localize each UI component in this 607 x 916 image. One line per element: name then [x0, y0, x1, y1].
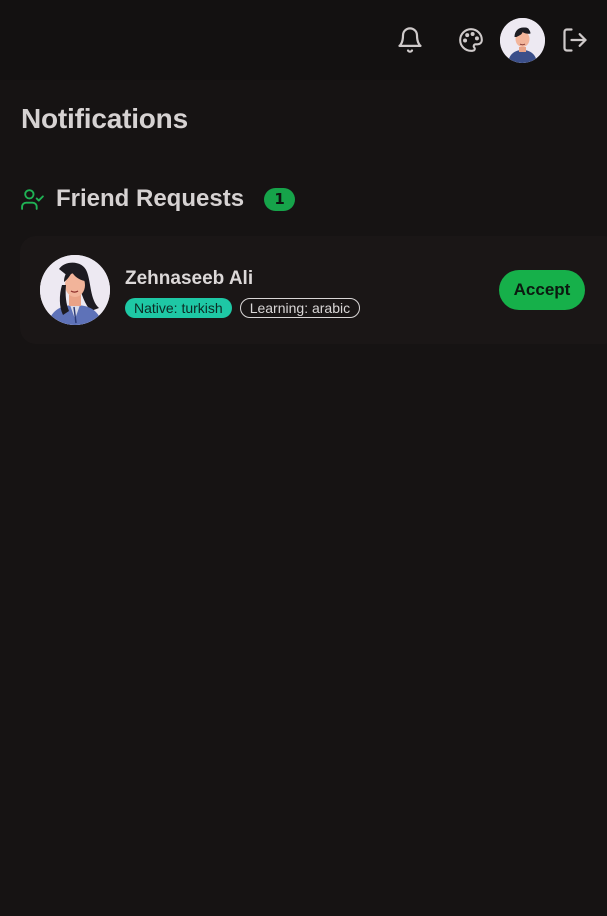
bell-icon	[398, 27, 422, 53]
palette-icon	[459, 28, 483, 52]
friend-requests-header: Friend Requests 1	[20, 182, 296, 216]
requester-avatar	[40, 255, 110, 325]
female-avatar-illustration	[40, 255, 110, 325]
request-count-badge: 1	[264, 187, 296, 211]
male-avatar-illustration	[500, 18, 545, 63]
top-navbar	[0, 0, 607, 80]
user-avatar[interactable]	[500, 18, 545, 63]
requester-name: Zehnaseeb Ali	[125, 268, 254, 289]
logout-icon	[563, 28, 587, 52]
section-title: Friend Requests	[56, 185, 245, 212]
learning-language-badge: Learning: arabic	[239, 298, 361, 318]
user-check-icon	[21, 188, 44, 210]
page-title: Notifications	[21, 103, 188, 134]
theme-button[interactable]	[449, 18, 493, 62]
native-language-badge: Native: turkish	[125, 298, 232, 318]
notifications-button[interactable]	[388, 18, 432, 62]
logout-button[interactable]	[553, 18, 597, 62]
language-badges: Native: turkish Learning: arabic	[125, 298, 361, 318]
friend-request-card: Zehnaseeb Ali Native: turkish Learning: …	[20, 236, 607, 344]
accept-button[interactable]: Accept	[499, 270, 585, 310]
